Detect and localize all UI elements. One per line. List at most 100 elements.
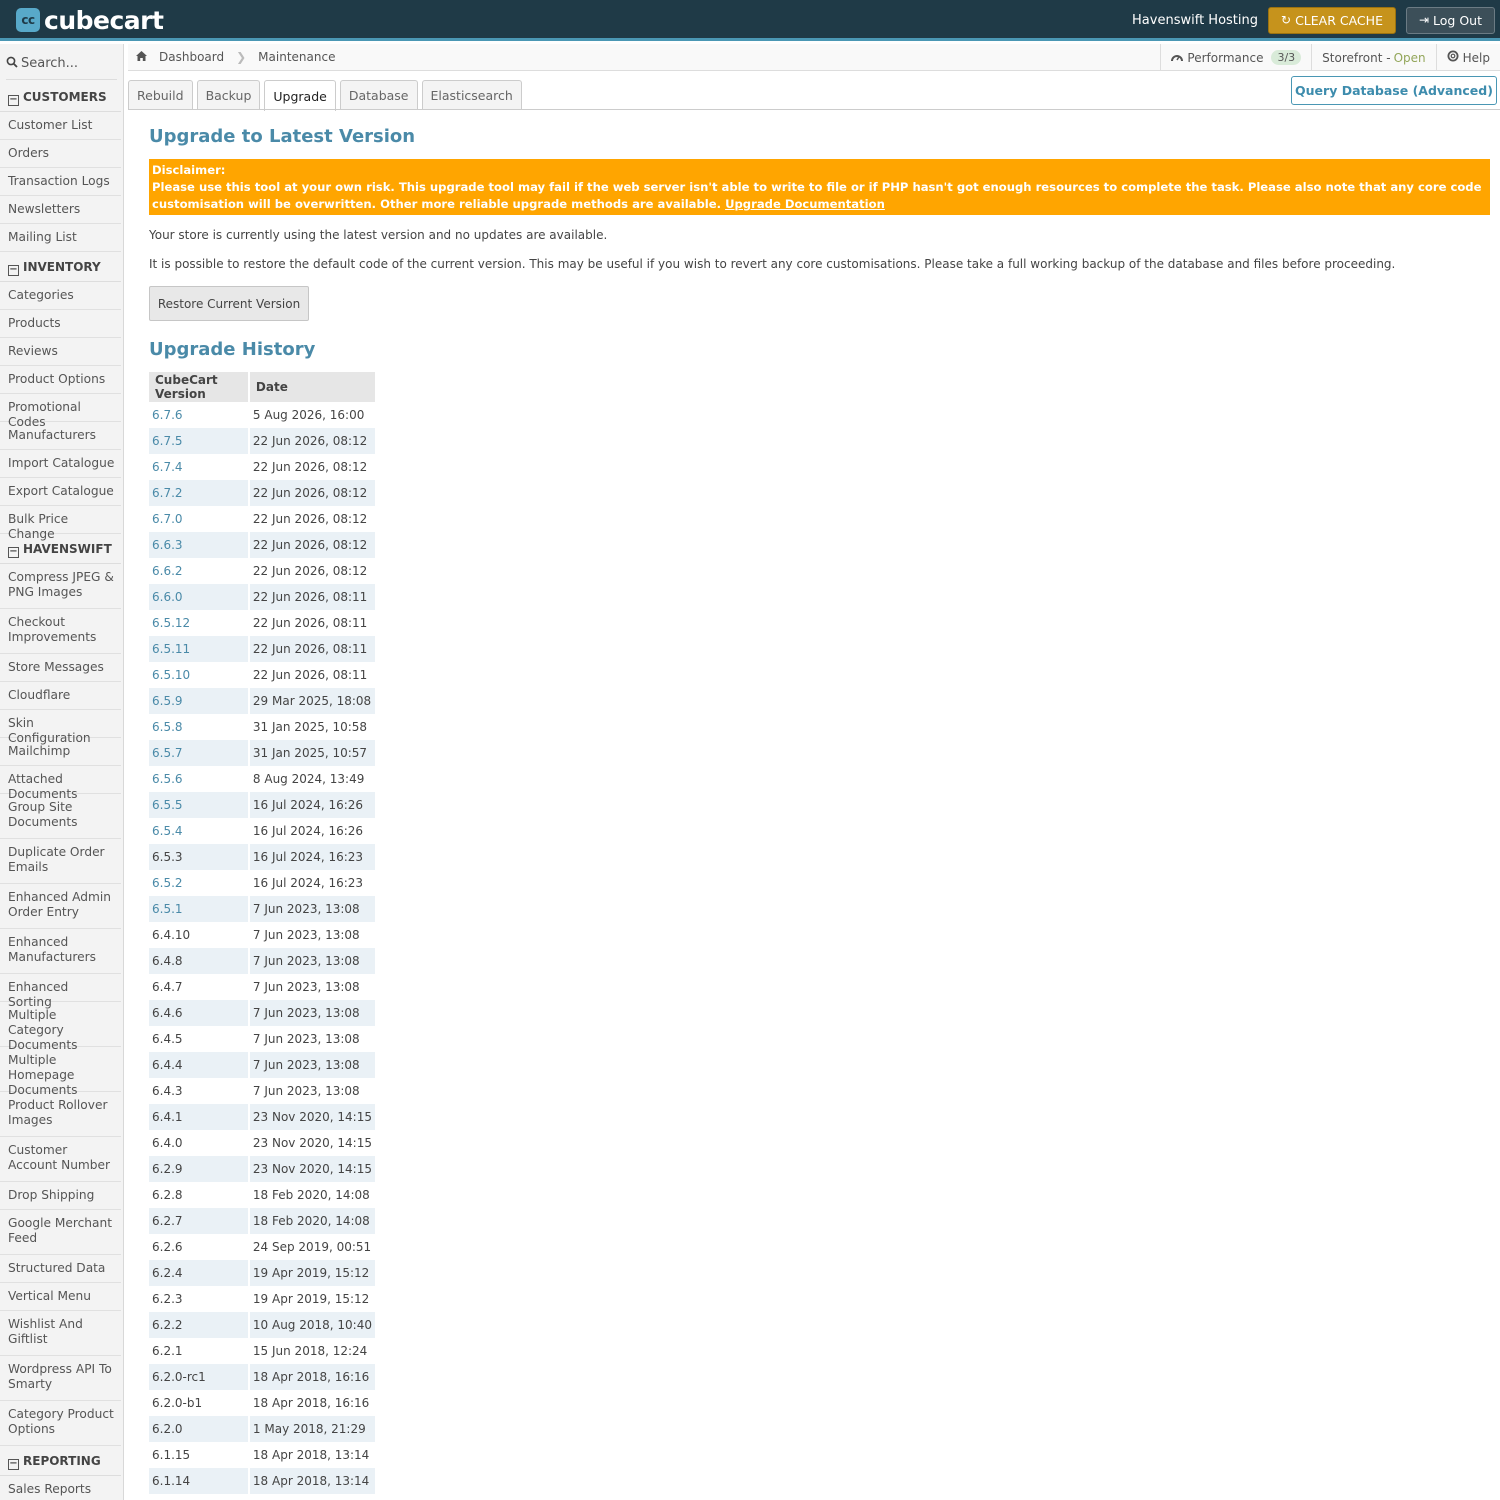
sidebar-section-title: HAVENSWIFT bbox=[23, 542, 112, 556]
sidebar-item-structured-data[interactable]: Structured Data bbox=[0, 1255, 121, 1283]
tab-backup[interactable]: Backup bbox=[196, 80, 261, 110]
sidebar-item-product-rollover-images[interactable]: Product Rollover Images bbox=[0, 1092, 121, 1137]
sidebar-item-duplicate-order-emails[interactable]: Duplicate Order Emails bbox=[0, 839, 121, 884]
restore-current-version-button[interactable]: Restore Current Version bbox=[149, 286, 309, 321]
sidebar-item-vertical-menu[interactable]: Vertical Menu bbox=[0, 1283, 121, 1311]
help-icon bbox=[1447, 50, 1459, 65]
sidebar-item-customer-account-number[interactable]: Customer Account Number bbox=[0, 1137, 121, 1182]
version-link[interactable]: 6.5.12 bbox=[149, 610, 250, 636]
date-cell: 22 Jun 2026, 08:12 bbox=[248, 558, 378, 584]
date-cell: 22 Jun 2026, 08:11 bbox=[248, 662, 378, 688]
sidebar-item-enhanced-sorting[interactable]: Enhanced Sorting bbox=[0, 974, 121, 1009]
version-link[interactable]: 6.7.6 bbox=[149, 402, 250, 428]
tab-database[interactable]: Database bbox=[339, 80, 418, 110]
sidebar-item-newsletters[interactable]: Newsletters bbox=[0, 196, 121, 224]
version-link[interactable]: 6.7.5 bbox=[149, 428, 250, 454]
version-cell: 6.4.0 bbox=[149, 1130, 250, 1156]
version-link[interactable]: 6.6.2 bbox=[149, 558, 250, 584]
version-link[interactable]: 6.5.2 bbox=[149, 870, 250, 896]
version-link[interactable]: 6.5.4 bbox=[149, 818, 250, 844]
collapse-icon: − bbox=[8, 94, 19, 106]
tab-rebuild[interactable]: Rebuild bbox=[128, 80, 193, 110]
cubecart-logo[interactable]: cc cubecart bbox=[16, 6, 164, 35]
version-link[interactable]: 6.6.0 bbox=[149, 584, 250, 610]
date-cell: 19 Apr 2019, 15:12 bbox=[248, 1286, 378, 1312]
version-link[interactable]: 6.5.1 bbox=[149, 896, 250, 922]
logout-button[interactable]: ⇥ Log Out bbox=[1405, 6, 1495, 34]
sidebar-item-checkout-improvements[interactable]: Checkout Improvements bbox=[0, 609, 121, 654]
version-link[interactable]: 6.5.5 bbox=[149, 792, 250, 818]
sidebar-item-google-merchant-feed[interactable]: Google Merchant Feed bbox=[0, 1210, 121, 1255]
sidebar-item-sales-reports[interactable]: Sales Reports bbox=[0, 1476, 121, 1500]
version-link[interactable]: 6.7.4 bbox=[149, 454, 250, 480]
sidebar-item-export-catalogue[interactable]: Export Catalogue bbox=[0, 478, 121, 506]
version-link[interactable]: 6.5.8 bbox=[149, 714, 250, 740]
sidebar-item-category-product-options[interactable]: Category Product Options bbox=[0, 1401, 121, 1446]
version-cell: 6.2.9 bbox=[149, 1156, 250, 1182]
version-link[interactable]: 6.5.7 bbox=[149, 740, 250, 766]
version-link[interactable]: 6.5.11 bbox=[149, 636, 250, 662]
tab-elasticsearch[interactable]: Elasticsearch bbox=[421, 80, 522, 110]
version-link[interactable]: 6.7.2 bbox=[149, 480, 250, 506]
version-cell: 6.2.0-rc1 bbox=[149, 1364, 250, 1390]
version-link[interactable]: 6.5.6 bbox=[149, 766, 250, 792]
sidebar-item-bulk-price-change[interactable]: Bulk Price Change bbox=[0, 506, 121, 541]
sidebar-item-store-messages[interactable]: Store Messages bbox=[0, 654, 121, 682]
storefront-status[interactable]: Storefront - Open bbox=[1311, 44, 1435, 71]
sidebar-item-categories[interactable]: Categories bbox=[0, 282, 121, 310]
sidebar-section-title: CUSTOMERS bbox=[23, 90, 107, 104]
version-link[interactable]: 6.7.0 bbox=[149, 506, 250, 532]
sidebar-item-mailing-list[interactable]: Mailing List bbox=[0, 224, 121, 252]
performance-indicator[interactable]: Performance 3/3 bbox=[1160, 44, 1311, 71]
sidebar-item-products[interactable]: Products bbox=[0, 310, 121, 338]
version-cell: 6.2.4 bbox=[149, 1260, 250, 1286]
sidebar-item-attached-documents[interactable]: Attached Documents bbox=[0, 766, 121, 801]
sidebar-item-multiple-category-documents[interactable]: Multiple Category Documents bbox=[0, 1002, 121, 1052]
sidebar-item-product-options[interactable]: Product Options bbox=[0, 366, 121, 394]
sidebar-item-skin-configuration[interactable]: Skin Configuration bbox=[0, 710, 121, 745]
sidebar-item-enhanced-manufacturers[interactable]: Enhanced Manufacturers bbox=[0, 929, 121, 974]
column-header-date[interactable]: Date bbox=[248, 372, 378, 402]
sidebar-section-reporting[interactable]: − REPORTING bbox=[0, 1446, 121, 1476]
sidebar-item-compress-jpeg-png-images[interactable]: Compress JPEG & PNG Images bbox=[0, 564, 121, 609]
sidebar-section-havenswift[interactable]: − HAVENSWIFT bbox=[0, 534, 121, 564]
sidebar-item-wishlist-and-giftlist[interactable]: Wishlist And Giftlist bbox=[0, 1311, 121, 1356]
breadcrumb-maintenance[interactable]: Maintenance bbox=[258, 50, 335, 64]
version-link[interactable]: 6.5.10 bbox=[149, 662, 250, 688]
sidebar-item-enhanced-admin-order-entry[interactable]: Enhanced Admin Order Entry bbox=[0, 884, 121, 929]
clear-cache-button[interactable]: ↻ CLEAR CACHE bbox=[1268, 6, 1396, 34]
version-link[interactable]: 6.5.9 bbox=[149, 688, 250, 714]
logo-mark: cc bbox=[16, 8, 40, 32]
date-cell: 22 Jun 2026, 08:12 bbox=[248, 532, 378, 558]
home-icon[interactable] bbox=[136, 50, 147, 64]
upgrade-documentation-link[interactable]: Upgrade Documentation bbox=[725, 197, 885, 211]
sidebar-item-orders[interactable]: Orders bbox=[0, 140, 121, 168]
sidebar-item-drop-shipping[interactable]: Drop Shipping bbox=[0, 1182, 121, 1210]
sidebar-item-multiple-homepage-documents[interactable]: Multiple Homepage Documents bbox=[0, 1047, 121, 1097]
table-row: 6.7.6 5 Aug 2026, 16:00 bbox=[149, 402, 378, 428]
sidebar-item-import-catalogue[interactable]: Import Catalogue bbox=[0, 450, 121, 478]
table-row: 6.5.3 16 Jul 2024, 16:23 bbox=[149, 844, 378, 870]
table-row: 6.4.0 23 Nov 2020, 14:15 bbox=[149, 1130, 378, 1156]
version-cell: 6.1.15 bbox=[149, 1442, 250, 1468]
sidebar-item-cloudflare[interactable]: Cloudflare bbox=[0, 682, 121, 710]
tab-upgrade[interactable]: Upgrade bbox=[264, 80, 336, 111]
sidebar-item-reviews[interactable]: Reviews bbox=[0, 338, 121, 366]
query-database-button[interactable]: Query Database (Advanced) bbox=[1291, 76, 1497, 105]
version-cell: 6.4.7 bbox=[149, 974, 250, 1000]
collapse-icon: − bbox=[8, 1458, 19, 1470]
column-header-version[interactable]: CubeCart Version bbox=[149, 372, 250, 402]
version-link[interactable]: 6.6.3 bbox=[149, 532, 250, 558]
help-link[interactable]: Help bbox=[1435, 44, 1500, 71]
breadcrumb-dashboard[interactable]: Dashboard bbox=[159, 50, 224, 64]
sidebar-item-customer-list[interactable]: Customer List bbox=[0, 112, 121, 140]
sidebar-item-group-site-documents[interactable]: Group Site Documents bbox=[0, 794, 121, 839]
sidebar-section-customers[interactable]: − CUSTOMERS bbox=[0, 82, 121, 112]
sidebar-item-transaction-logs[interactable]: Transaction Logs bbox=[0, 168, 121, 196]
sidebar-item-wordpress-api-to-smarty[interactable]: Wordpress API To Smarty bbox=[0, 1356, 121, 1401]
sidebar-search[interactable]: Search... bbox=[6, 48, 117, 80]
sidebar-section-inventory[interactable]: − INVENTORY bbox=[0, 252, 121, 282]
sidebar-item-promotional-codes[interactable]: Promotional Codes bbox=[0, 394, 121, 429]
table-row: 6.5.12 22 Jun 2026, 08:11 bbox=[149, 610, 378, 636]
search-input[interactable]: Search... bbox=[21, 56, 78, 71]
